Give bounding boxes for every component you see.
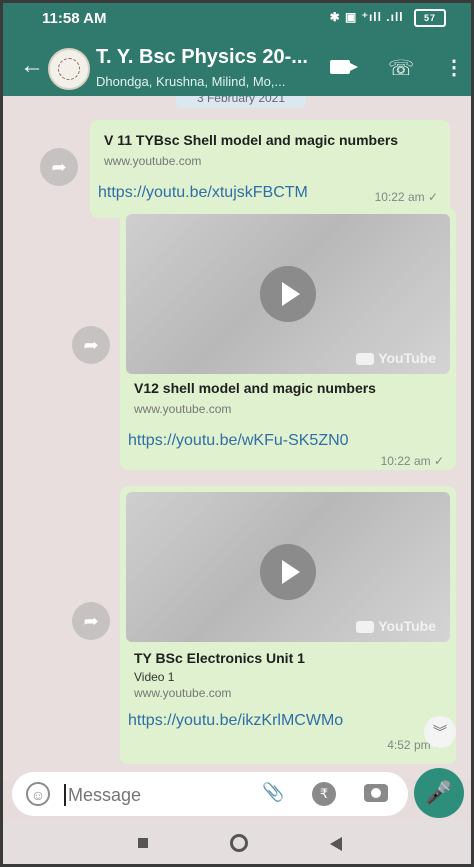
- link-preview-description: Video 1: [134, 670, 175, 684]
- emoji-icon[interactable]: ☺: [26, 782, 50, 806]
- forward-icon[interactable]: ➦: [40, 148, 78, 186]
- link-preview-source: www.youtube.com: [134, 402, 232, 416]
- status-signal-icons: ✱ ▣ ⁺ıll .ıll: [329, 10, 404, 25]
- message-input[interactable]: [64, 784, 250, 806]
- forward-icon[interactable]: ➦: [72, 326, 110, 364]
- home-button[interactable]: [230, 834, 248, 852]
- message-time: 10:22 am ✓: [380, 454, 444, 468]
- battery-icon: 57: [414, 9, 446, 27]
- camera-icon[interactable]: [364, 784, 388, 802]
- back-arrow-icon[interactable]: ←: [20, 52, 44, 80]
- youtube-logo: YouTube: [356, 618, 436, 634]
- link-preview-title: V12 shell model and magic numbers: [134, 380, 376, 396]
- message-bubble[interactable]: YouTube V12 shell model and magic number…: [120, 208, 456, 470]
- payment-icon[interactable]: ₹: [312, 782, 336, 806]
- video-thumbnail[interactable]: YouTube: [126, 492, 450, 642]
- message-bubble[interactable]: YouTube TY BSc Electronics Unit 1 Video …: [120, 486, 456, 764]
- scroll-down-icon[interactable]: ︾: [424, 716, 456, 748]
- voice-call-icon[interactable]: ☏: [388, 56, 414, 81]
- more-menu-icon[interactable]: ⋮: [444, 55, 464, 80]
- date-chip: 3 February 2021: [176, 96, 306, 108]
- recents-button[interactable]: [138, 838, 148, 848]
- message-link[interactable]: https://youtu.be/xtujskFBCTM: [98, 184, 308, 202]
- chat-header: 11:58 AM ✱ ▣ ⁺ıll .ıll 57 ← T. Y. Bsc Ph…: [0, 0, 474, 96]
- status-time: 11:58 AM: [42, 9, 107, 27]
- message-box[interactable]: ☺ 📎 ₹: [12, 772, 408, 816]
- message-list[interactable]: 3 February 2021 ➦ V 11 TYBsc Shell model…: [0, 96, 474, 780]
- attach-icon[interactable]: 📎: [262, 782, 284, 803]
- chat-title[interactable]: T. Y. Bsc Physics 20-...: [96, 46, 308, 69]
- app-bar: ← T. Y. Bsc Physics 20-... Dhondga, Krus…: [0, 38, 474, 94]
- message-link[interactable]: https://youtu.be/wKFu-SK5ZN0: [128, 432, 349, 450]
- composer-bar: ☺ 📎 ₹ 🎤: [0, 768, 474, 820]
- message-time: 10:22 am ✓: [374, 190, 438, 204]
- link-preview-source: www.youtube.com: [134, 686, 232, 700]
- microphone-icon[interactable]: 🎤: [414, 768, 464, 818]
- chat-participants[interactable]: Dhondga, Krushna, Milind, Mo,...: [96, 74, 285, 89]
- system-nav-bar: [0, 820, 474, 867]
- video-thumbnail[interactable]: YouTube: [126, 214, 450, 374]
- link-preview-source: www.youtube.com: [104, 154, 202, 168]
- video-call-icon[interactable]: [330, 60, 358, 74]
- link-preview-title: V 11 TYBsc Shell model and magic numbers: [104, 132, 399, 148]
- status-bar: 11:58 AM ✱ ▣ ⁺ıll .ıll 57: [0, 0, 474, 36]
- play-icon[interactable]: [260, 544, 316, 600]
- link-preview-title: TY BSc Electronics Unit 1: [134, 650, 305, 666]
- play-icon[interactable]: [260, 266, 316, 322]
- system-back-button[interactable]: [330, 837, 342, 851]
- message-link[interactable]: https://youtu.be/ikzKrlMCWMo: [128, 712, 343, 730]
- youtube-logo: YouTube: [356, 350, 436, 366]
- forward-icon[interactable]: ➦: [72, 602, 110, 640]
- status-icons: ✱ ▣ ⁺ıll .ıll 57: [330, 9, 446, 27]
- group-avatar[interactable]: [48, 48, 90, 90]
- message-bubble[interactable]: V 11 TYBsc Shell model and magic numbers…: [90, 120, 450, 218]
